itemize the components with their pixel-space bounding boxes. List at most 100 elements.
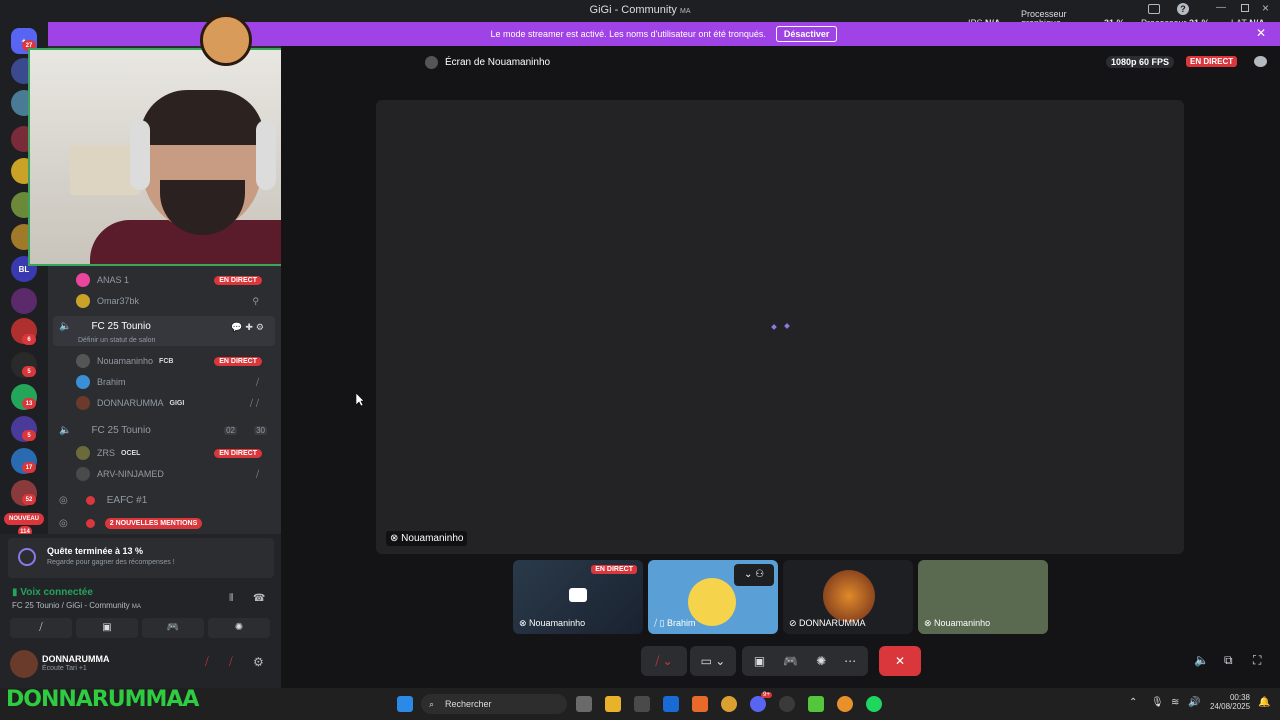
stream-quality[interactable]: 1080p 60 FPS: [1106, 56, 1175, 68]
new-servers-pill[interactable]: NOUVEAU: [4, 513, 44, 525]
voice-user-name: ZRS: [97, 448, 115, 458]
headset-icon: [130, 120, 150, 190]
avatar: [76, 354, 90, 368]
volume-icon[interactable]: 🔈: [1194, 653, 1209, 667]
window-title-text: GiGi - Community: [589, 4, 677, 16]
mute-button[interactable]: ⧸ ⌄: [641, 646, 687, 676]
start-icon[interactable]: [397, 696, 413, 712]
disconnect-button[interactable]: ✕: [879, 646, 921, 676]
more-options-icon[interactable]: ⋯: [844, 654, 856, 668]
tile-options-icon[interactable]: ⌄ ⚇: [734, 564, 774, 586]
clock[interactable]: 00:38 24/08/2025: [1210, 693, 1250, 711]
popout-icon[interactable]: ⧉: [1224, 653, 1233, 668]
quest-subtitle: Regarde pour gagner des récompenses !: [47, 559, 175, 566]
outlook-icon[interactable]: [663, 696, 679, 712]
new-mentions-pill[interactable]: 2 NOUVELLES MENTIONS: [104, 517, 203, 529]
close-window-icon[interactable]: ×: [1262, 1, 1269, 15]
loading-spinner-icon: [771, 323, 790, 330]
voice-user[interactable]: Omar37bk ⚲: [76, 291, 276, 311]
share-screen-button[interactable]: ▣: [76, 618, 138, 638]
maximize-icon[interactable]: [1241, 4, 1249, 12]
file-explorer-icon[interactable]: [605, 696, 621, 712]
disable-streamer-mode-button[interactable]: Désactiver: [775, 26, 838, 42]
deafened-icon: ⧸⧸: [249, 397, 262, 408]
voice-user[interactable]: ZRS OCEL EN DIRECT: [76, 443, 276, 463]
disconnect-icon: ✕: [894, 654, 906, 668]
voice-user[interactable]: Nouamaninho FCB EN DIRECT: [76, 351, 276, 371]
spotify-icon[interactable]: [866, 696, 882, 712]
voice-user[interactable]: DONNARUMMA GIGI ⧸⧸: [76, 393, 276, 413]
participant-tile[interactable]: ⌄ ⚇ ⧸ ▯ Brahim: [648, 560, 778, 634]
app-icon[interactable]: [808, 696, 824, 712]
clock-date: 24/08/2025: [1210, 702, 1251, 711]
voice-user-name: Nouamaninho: [97, 356, 154, 366]
chat-icon[interactable]: [1254, 56, 1267, 67]
soundboard-icon[interactable]: ✺: [816, 654, 826, 668]
voice-user[interactable]: ANAS 1 EN DIRECT: [76, 270, 276, 290]
tile-user-name: DONNARUMMA: [799, 618, 866, 628]
soundboard-button[interactable]: ✺: [208, 618, 270, 638]
camera-button[interactable]: ▭ ⌄: [690, 646, 736, 676]
server-badge: 5: [22, 366, 36, 377]
avatar: [823, 570, 875, 622]
disconnect-small-icon[interactable]: ☎: [253, 593, 265, 604]
microphone-icon[interactable]: 🎙: [1151, 697, 1164, 708]
voice-user[interactable]: ARV-NINJAMED ⧸: [76, 464, 276, 484]
voice-user[interactable]: Brahim ⧸: [76, 372, 276, 392]
fullscreen-icon[interactable]: ⛶: [1253, 653, 1261, 668]
mic-muted-icon: ⧸: [255, 468, 262, 479]
participant-tile[interactable]: EN DIRECT ⊗ Nouamaninho: [513, 560, 643, 634]
discord-badge: 9+: [761, 692, 772, 698]
minimize-icon[interactable]: —: [1216, 2, 1226, 13]
mascot-avatar: [200, 14, 252, 66]
tile-user-name: Nouamaninho: [529, 618, 586, 628]
search-icon: ⌕: [429, 699, 435, 709]
mic-muted-icon[interactable]: ⧸: [205, 656, 209, 669]
noise-suppression-icon[interactable]: ⦀: [229, 593, 233, 604]
stage-channel-eafc[interactable]: ◎ EAFC #1: [48, 489, 281, 511]
stream-title: Écran de Nouamaninho: [445, 56, 551, 68]
user-avatar[interactable]: [10, 650, 38, 678]
speaker-icon[interactable]: 🔊: [1188, 697, 1200, 708]
user-limit: 30: [254, 425, 267, 435]
current-user-status: Écoute Tari +1: [42, 665, 87, 672]
discord-icon[interactable]: [750, 696, 766, 712]
voice-channel-fc25-2[interactable]: 🔈 FC 25 Tounio 02 30: [48, 419, 281, 441]
chrome-icon[interactable]: [721, 696, 737, 712]
server-icon[interactable]: [11, 288, 37, 314]
voice-channel-name: FC 25 Tounio: [91, 424, 151, 436]
voice-channel-link[interactable]: FC 25 Tounio / GiGi - Community MA: [12, 601, 141, 610]
channel-status-hint[interactable]: Définir un statut de salon: [78, 337, 155, 344]
wifi-icon[interactable]: ≋: [1171, 697, 1179, 708]
participant-tile[interactable]: ⊘ DONNARUMMA: [783, 560, 913, 634]
voice-user-name: ANAS 1: [97, 275, 130, 285]
server-badge: 5: [22, 430, 36, 441]
user-tag: GIGI: [169, 399, 185, 407]
stage-icon: ◎: [59, 517, 68, 529]
help-icon[interactable]: ?: [1177, 3, 1189, 15]
camera-toggle-button[interactable]: ⧸: [10, 618, 72, 638]
taskbar-search[interactable]: ⌕ Rechercher: [421, 694, 567, 714]
avatar: [425, 55, 438, 69]
live-badge: EN DIRECT: [214, 448, 262, 458]
activities-icon[interactable]: 🎮: [783, 654, 798, 668]
deafen-icon[interactable]: ⧸: [229, 656, 233, 669]
quest-progress[interactable]: Quête terminée à 13 % Regarde pour gagne…: [8, 538, 274, 578]
screen-share-icon[interactable]: ▣: [754, 654, 765, 668]
stage-channel[interactable]: ◎ 2 NOUVELLES MENTIONS: [48, 512, 281, 534]
server-badge: 52: [22, 494, 36, 505]
notifications-icon[interactable]: 🔔: [1258, 697, 1270, 708]
inbox-icon[interactable]: [1148, 4, 1160, 14]
banner-close-icon[interactable]: ✕: [1256, 26, 1266, 40]
app-icon[interactable]: [634, 696, 650, 712]
user-settings-icon[interactable]: ⚙: [253, 655, 264, 669]
app-icon[interactable]: [692, 696, 708, 712]
participant-tile[interactable]: ⊗ Nouamaninho: [918, 560, 1048, 634]
activity-button[interactable]: 🎮: [142, 618, 204, 638]
red-dot-icon: [85, 518, 95, 528]
channel-actions-icon[interactable]: 💬✚⚙: [231, 322, 267, 333]
tray-chevron-icon[interactable]: ⌃: [1129, 697, 1137, 708]
app-icon[interactable]: [779, 696, 795, 712]
task-view-icon[interactable]: [576, 696, 592, 712]
brave-icon[interactable]: [837, 696, 853, 712]
